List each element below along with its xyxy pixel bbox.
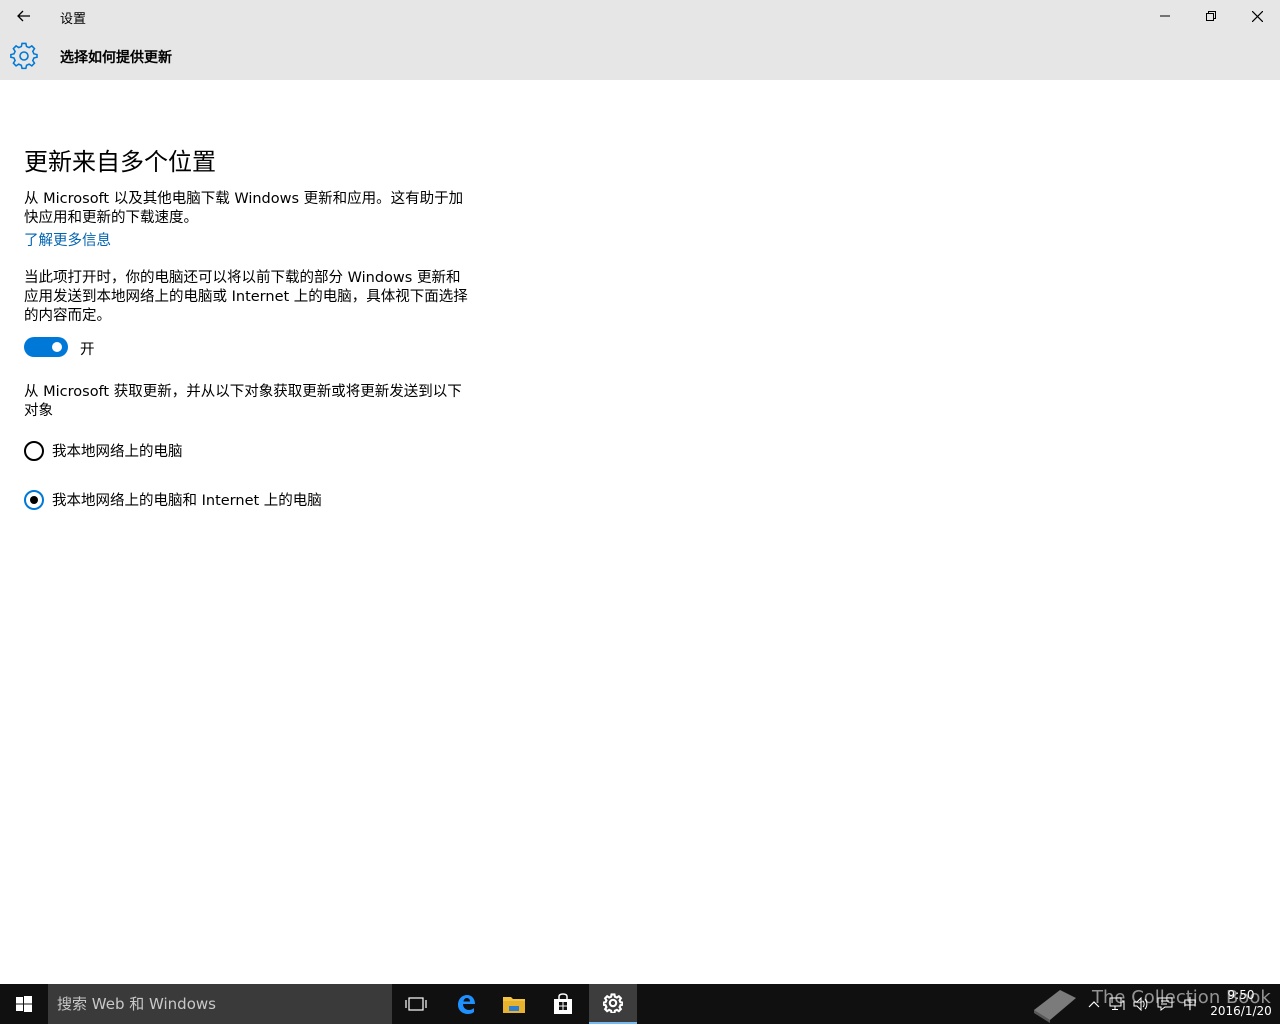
notification-icon — [1157, 997, 1173, 1011]
show-hidden-icons-button[interactable] — [1084, 984, 1104, 1024]
store-icon — [554, 993, 572, 1014]
close-button[interactable] — [1234, 0, 1280, 32]
toggle-state-label: 开 — [80, 342, 95, 358]
page-header: 选择如何提供更新 — [0, 32, 1280, 80]
task-view-icon — [405, 997, 427, 1011]
watermark-book-icon — [1034, 990, 1076, 1023]
section-heading: 更新来自多个位置 — [24, 148, 216, 176]
radio-local-and-internet[interactable]: 我本地网络上的电脑和 Internet 上的电脑 — [24, 489, 322, 510]
radio-local-network[interactable]: 我本地网络上的电脑 — [24, 440, 183, 461]
file-explorer-button[interactable] — [490, 984, 538, 1024]
window-title: 设置 — [60, 12, 87, 27]
clock-date: 2016/1/20 — [1210, 1004, 1272, 1018]
radio-label: 我本地网络上的电脑 — [52, 444, 183, 460]
edge-icon — [458, 995, 475, 1014]
close-icon — [1251, 10, 1263, 22]
start-button[interactable] — [0, 984, 48, 1024]
settings-taskbar-button[interactable] — [589, 984, 637, 1024]
source-description: 从 Microsoft 获取更新，并从以下对象获取更新或将更新发送到以下对象 — [24, 384, 462, 419]
network-button[interactable] — [1106, 984, 1128, 1024]
clock-time: 9:50 — [1227, 988, 1255, 1002]
edge-button[interactable] — [442, 984, 490, 1024]
volume-button[interactable] — [1130, 984, 1152, 1024]
arrow-left-icon — [17, 10, 30, 22]
title-bar: 设置 — [0, 0, 1280, 32]
store-button[interactable] — [539, 984, 587, 1024]
radio-label: 我本地网络上的电脑和 Internet 上的电脑 — [52, 493, 322, 509]
file-explorer-icon — [503, 997, 525, 1013]
ime-indicator[interactable]: 中 — [1178, 984, 1202, 1024]
chevron-up-icon — [1088, 1001, 1100, 1008]
windows-logo-icon — [16, 996, 32, 1012]
task-view-button[interactable] — [392, 984, 440, 1024]
settings-icon — [603, 993, 623, 1013]
clock[interactable]: 9:50 2016/1/20 — [1206, 987, 1276, 1019]
minimize-icon — [1160, 15, 1170, 17]
toggle-description: 当此项打开时，你的电脑还可以将以前下载的部分 Windows 更新和应用发送到本… — [24, 270, 468, 324]
maximize-button[interactable] — [1188, 0, 1234, 32]
back-button[interactable] — [8, 0, 40, 32]
radio-button-selected[interactable] — [24, 489, 44, 510]
gear-icon — [10, 42, 38, 70]
description-text: 从 Microsoft 以及其他电脑下载 Windows 更新和应用。这有助于加… — [24, 191, 464, 226]
volume-icon — [1133, 997, 1148, 1011]
search-input[interactable] — [48, 984, 392, 1024]
page-title: 选择如何提供更新 — [60, 50, 172, 66]
radio-button[interactable] — [24, 440, 44, 461]
restore-icon — [1206, 11, 1216, 21]
learn-more-link[interactable]: 了解更多信息 — [24, 229, 111, 250]
minimize-button[interactable] — [1142, 0, 1188, 32]
taskbar: The Collection Book 中 9:50 2016/1/20 — [0, 984, 1280, 1024]
toggle-knob — [52, 342, 62, 352]
action-center-button[interactable] — [1154, 984, 1176, 1024]
network-icon — [1109, 997, 1125, 1010]
taskbar-search[interactable] — [48, 984, 392, 1024]
delivery-optimization-toggle[interactable] — [24, 337, 68, 357]
